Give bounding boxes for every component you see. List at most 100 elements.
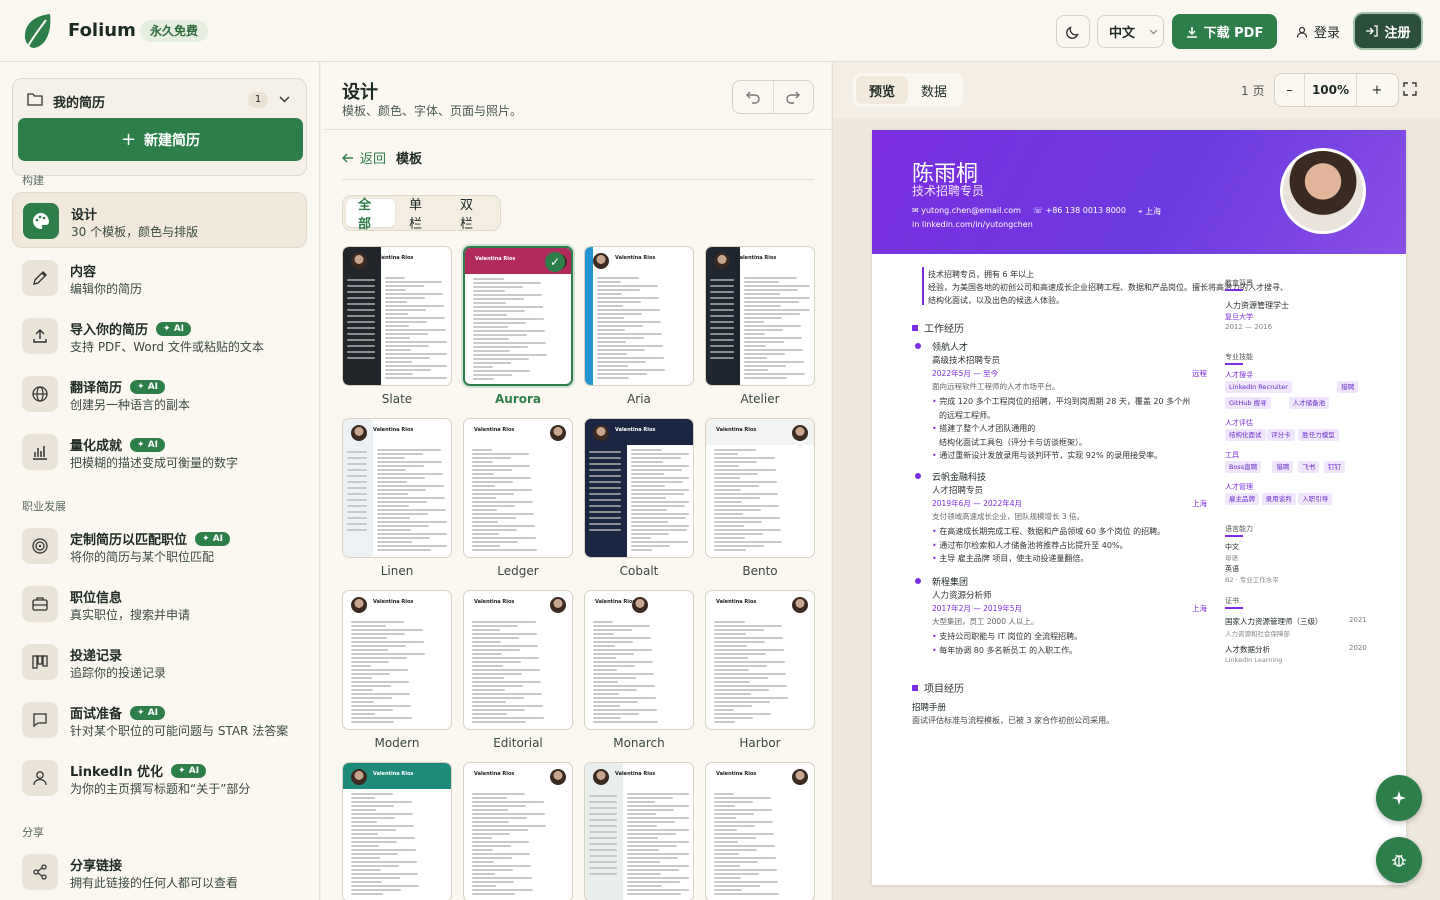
template-card[interactable]: Valentina Rios	[705, 418, 815, 558]
thumb-line	[473, 326, 508, 328]
sidebar-item-linkedin[interactable]: LinkedIn 优化 ✦ AI 为你的主页撰写标题和“关于”部分	[12, 750, 307, 806]
sidebar-item-import[interactable]: 导入你的简历 ✦ AI 支持 PDF、Word 文件或粘贴的文本	[12, 308, 307, 364]
template-card[interactable]: Valentina Rios	[342, 246, 452, 386]
template-name[interactable]: Modern	[342, 736, 452, 750]
download-pdf-button[interactable]: 下载 PDF	[1172, 14, 1277, 49]
thumb-line	[593, 637, 651, 639]
job-title: 人才招聘专员	[932, 486, 984, 496]
thumb-line	[385, 325, 409, 327]
template-card[interactable]: Valentina Rios	[463, 590, 573, 730]
redo-icon[interactable]	[774, 81, 814, 113]
language-select[interactable]: 中文	[1097, 15, 1164, 48]
tab-preview[interactable]: 预览	[856, 76, 908, 104]
thumb-line	[710, 333, 734, 335]
thumb-line	[744, 305, 781, 307]
thumb-line	[385, 281, 442, 283]
template-name[interactable]: Slate	[342, 392, 452, 406]
folium-logo-icon[interactable]	[22, 12, 54, 50]
back-arrow-icon[interactable]	[342, 153, 354, 163]
chat-icon	[22, 702, 58, 738]
bug-report-button[interactable]	[1376, 837, 1422, 883]
section-label-career: 职业发展	[22, 500, 66, 513]
fullscreen-icon[interactable]	[1402, 81, 1418, 97]
sidebar-item-quantify[interactable]: 量化成就 ✦ AI 把模糊的描述变成可衡量的数字	[12, 424, 307, 480]
filter-tab-double[interactable]: 双栏	[448, 198, 497, 232]
thumb-line	[347, 303, 375, 305]
template-card[interactable]: Valentina Rios	[463, 418, 573, 558]
template-card[interactable]: Valentina Rios	[463, 762, 573, 900]
template-card[interactable]: Valentina Rios	[342, 418, 452, 558]
thumb-line	[714, 641, 765, 643]
sidebar-item-share[interactable]: 分享链接 拥有此链接的任何人都可以查看	[12, 844, 307, 900]
sidebar-item-interview[interactable]: 面试准备 ✦ AI 针对某个职位的可能问题与 STAR 法答案	[12, 692, 307, 748]
thumb-line	[714, 821, 773, 823]
template-card[interactable]: Valentina Rios	[584, 418, 694, 558]
thumb-line	[385, 345, 429, 347]
thumb-line	[472, 497, 496, 499]
back-link[interactable]: 返回	[360, 148, 386, 167]
template-name[interactable]: Aurora	[463, 392, 573, 406]
login-button[interactable]: 登录	[1296, 15, 1340, 48]
thumb-line	[589, 505, 621, 507]
template-name[interactable]: Harbor	[705, 736, 815, 750]
preview-tabs: 预览 数据	[853, 73, 963, 107]
sidebar-item-translate[interactable]: 翻译简历 ✦ AI 创建另一种语言的副本	[12, 366, 307, 422]
template-name[interactable]: Bento	[705, 564, 815, 578]
ai-assistant-button[interactable]	[1376, 775, 1422, 821]
sidebar-item-design[interactable]: 设计 30 个模板，颜色与排版	[12, 192, 307, 248]
template-name[interactable]: Ledger	[463, 564, 573, 578]
new-resume-button[interactable]: + 新建简历	[18, 118, 303, 161]
sidebar-item-jobs[interactable]: 职位信息 真实职位，搜索并申请	[12, 576, 307, 632]
thumb-avatar	[792, 597, 808, 613]
thumb-line	[351, 673, 390, 675]
thumb-line	[589, 873, 617, 875]
template-name[interactable]: Aria	[584, 392, 694, 406]
template-card[interactable]: Valentina Rios ✓	[463, 246, 573, 386]
template-card[interactable]: Valentina Rios	[342, 590, 452, 730]
filter-tab-single[interactable]: 单栏	[397, 198, 446, 232]
chevron-down-icon[interactable]	[279, 96, 290, 103]
thumb-line	[347, 475, 367, 477]
thumb-line	[589, 867, 617, 869]
brand-name[interactable]: Folium	[68, 20, 136, 41]
thumb-line	[714, 709, 734, 711]
template-name[interactable]: Editorial	[463, 736, 573, 750]
template-card[interactable]: Valentina Rios	[584, 246, 694, 386]
thumb-line	[744, 337, 802, 339]
nav-title: 翻译简历	[70, 381, 123, 396]
thumb-line	[714, 685, 787, 687]
filter-tab-all[interactable]: 全部	[346, 198, 395, 232]
skill-tag: 结构化面试	[1225, 429, 1266, 441]
thumb-line	[714, 681, 750, 683]
undo-icon[interactable]	[733, 81, 774, 113]
zoom-out-button[interactable]: –	[1275, 74, 1305, 106]
template-name[interactable]: Linen	[342, 564, 452, 578]
my-resumes-label[interactable]: 我的简历	[53, 92, 105, 111]
thumb-line	[597, 285, 658, 287]
sidebar-item-tailor[interactable]: 定制简历以匹配职位 ✦ AI 将你的简历与某个职位匹配	[12, 518, 307, 574]
thumb-line	[714, 533, 763, 535]
theme-toggle-button[interactable]	[1056, 15, 1090, 48]
thumb-line	[347, 481, 367, 483]
design-subtitle: 模板、颜色、字体、页面与照片。	[342, 104, 523, 118]
template-card[interactable]: Valentina Rios	[584, 762, 694, 900]
thumb-avatar	[593, 425, 609, 441]
template-card[interactable]: Valentina Rios	[705, 246, 815, 386]
template-name[interactable]: Atelier	[705, 392, 815, 406]
template-name[interactable]: Monarch	[584, 736, 694, 750]
divider	[325, 129, 831, 130]
register-button[interactable]: 注册	[1355, 14, 1421, 48]
thumb-line	[744, 333, 765, 335]
template-name[interactable]: Cobalt	[584, 564, 694, 578]
thumb-line	[589, 511, 621, 513]
template-card[interactable]: Valentina Rios	[705, 762, 815, 900]
template-card[interactable]: Valentina Rios	[584, 590, 694, 730]
thumb-line	[351, 893, 383, 895]
tab-data[interactable]: 数据	[908, 76, 960, 104]
sidebar-item-content[interactable]: 内容 编辑你的简历	[12, 250, 307, 306]
zoom-in-button[interactable]: +	[1357, 74, 1397, 106]
template-card[interactable]: Valentina Rios	[342, 762, 452, 900]
thumb-line	[589, 469, 621, 471]
sidebar-item-applications[interactable]: 投递记录 追踪你的投递记录	[12, 634, 307, 690]
template-card[interactable]: Valentina Rios	[705, 590, 815, 730]
